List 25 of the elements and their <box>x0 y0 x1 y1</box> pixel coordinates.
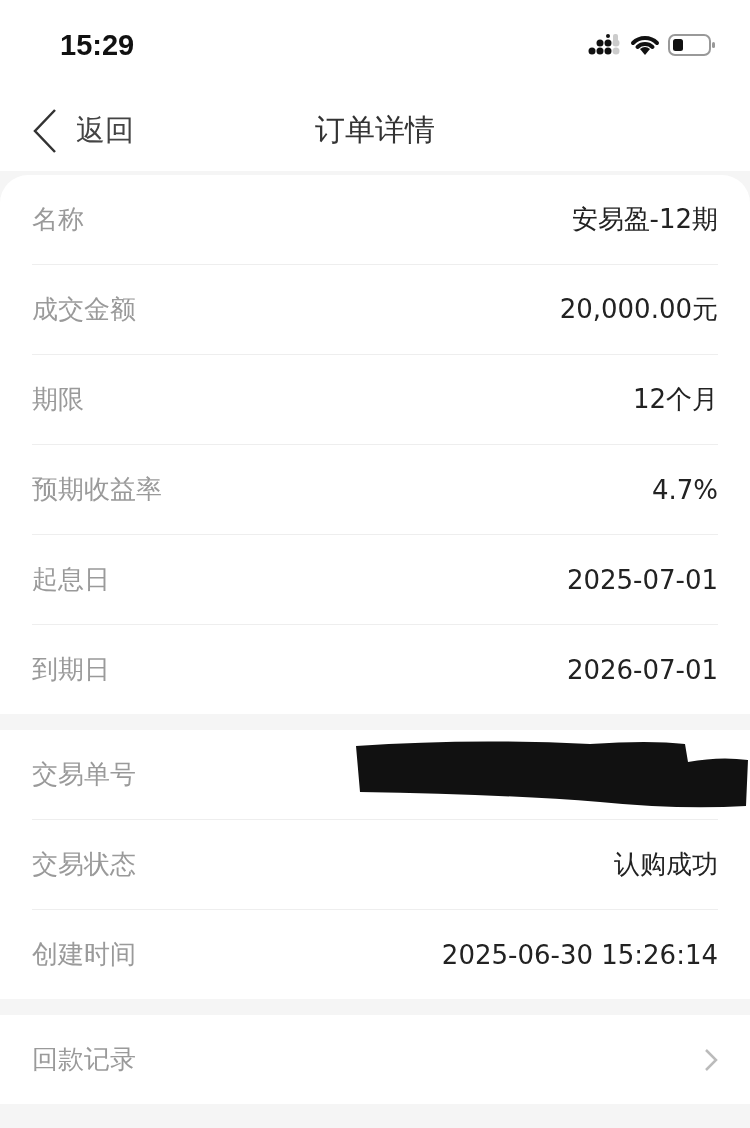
battery-icon <box>668 33 716 57</box>
wifi-icon <box>630 34 660 56</box>
field-value: 认购成功 <box>614 848 718 881</box>
field-label: 名称 <box>32 203 84 236</box>
page-title: 订单详情 <box>315 111 435 149</box>
field-label: 交易单号 <box>32 758 136 791</box>
field-value: 20,000.00元 <box>559 293 718 326</box>
field-label: 创建时间 <box>32 938 136 971</box>
field-label: 到期日 <box>32 653 110 686</box>
field-value: 2026-07-01 <box>566 654 718 685</box>
field-label: 交易状态 <box>32 848 136 881</box>
field-label: 期限 <box>32 383 84 416</box>
back-chevron-icon <box>32 108 58 154</box>
field-value: 12个月 <box>632 383 718 416</box>
field-label: 预期收益率 <box>32 473 162 506</box>
field-label: 成交金额 <box>32 293 136 326</box>
signal-icon <box>588 34 622 56</box>
field-value: 2025-07-01 <box>566 564 718 595</box>
field-value: 安易盈-12期 <box>571 203 718 236</box>
back-button[interactable]: 返回 <box>32 108 134 154</box>
field-label: 起息日 <box>32 563 110 596</box>
status-time: 15:29 <box>60 28 135 62</box>
field-value: 4.7% <box>651 474 718 505</box>
chevron-right-icon <box>704 1047 718 1072</box>
field-value: 2025-06-30 15:26:14 <box>441 939 718 970</box>
